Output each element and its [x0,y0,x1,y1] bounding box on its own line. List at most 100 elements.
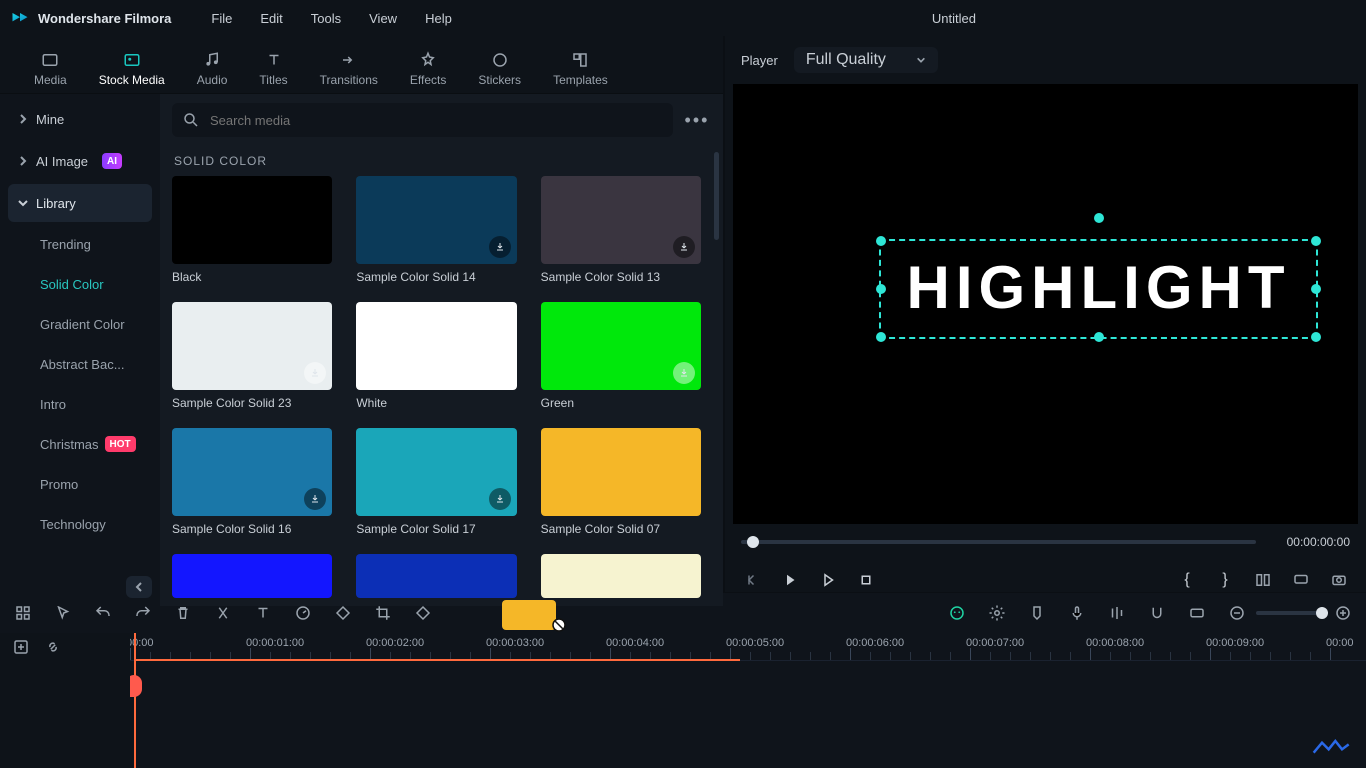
library-scrollbar[interactable] [714,152,719,240]
add-track-icon[interactable] [12,638,30,656]
marker-icon[interactable] [1028,604,1046,622]
handle-mid-right[interactable] [1311,284,1321,294]
handle-bottom-mid[interactable] [1094,332,1104,342]
undo-icon[interactable] [94,604,112,622]
sidebar-sub-abstract[interactable]: Abstract Bac... [8,346,152,382]
sidebar-sub-intro[interactable]: Intro [8,386,152,422]
handle-bottom-right[interactable] [1311,332,1321,342]
speed-icon[interactable] [294,604,312,622]
next-frame-button[interactable] [817,569,839,591]
menu-view[interactable]: View [369,11,397,26]
menu-help[interactable]: Help [425,11,452,26]
menu-file[interactable]: File [211,11,232,26]
mic-icon[interactable] [1068,604,1086,622]
swatch-card[interactable]: Sample Color Solid 17 [356,428,516,536]
sidebar-sub-trending[interactable]: Trending [8,226,152,262]
swatch-thumb[interactable] [541,554,701,598]
timeline-tracks[interactable]: 00:0000:00:01:0000:00:02:0000:00:03:0000… [130,633,1366,768]
link-icon[interactable] [44,638,62,656]
swatch-thumb[interactable] [356,302,516,390]
redo-icon[interactable] [134,604,152,622]
handle-top-left[interactable] [876,236,886,246]
sidebar-item-library[interactable]: Library [8,184,152,222]
keyframe-icon[interactable] [414,604,432,622]
timeline-marker[interactable] [130,675,142,697]
selection-box[interactable]: HIGHLIGHT [879,239,1318,339]
download-icon[interactable] [489,236,511,258]
swatch-card[interactable]: Sample Color Solid 14 [356,176,516,284]
swatch-thumb[interactable] [541,176,701,264]
search-input-wrap[interactable] [172,103,673,137]
download-icon[interactable] [489,488,511,510]
download-icon[interactable] [673,236,695,258]
delete-icon[interactable] [174,604,192,622]
scrub-track[interactable] [741,540,1256,544]
swatch-card[interactable] [356,554,516,598]
swatch-card[interactable]: Sample Color Solid 13 [541,176,701,284]
grid-icon[interactable] [14,604,32,622]
tab-effects[interactable]: Effects [410,51,446,93]
more-menu[interactable]: ••• [683,110,711,131]
tab-stock-media[interactable]: Stock Media [99,51,165,93]
split-icon[interactable] [214,604,232,622]
swatch-thumb[interactable] [172,554,332,598]
swatch-thumb[interactable] [356,554,516,598]
sidebar-sub-solid-color[interactable]: Solid Color [8,266,152,302]
swatch-thumb[interactable] [172,428,332,516]
zoom-out-icon[interactable] [1228,604,1246,622]
swatch-thumb[interactable] [172,302,332,390]
swatch-card[interactable]: Black [172,176,332,284]
timeline-ruler[interactable]: 00:0000:00:01:0000:00:02:0000:00:03:0000… [130,633,1366,661]
playhead[interactable] [134,633,136,768]
sidebar-sub-promo[interactable]: Promo [8,466,152,502]
tab-titles[interactable]: Titles [259,51,287,93]
swatch-thumb[interactable] [172,176,332,264]
preview-viewport[interactable]: HIGHLIGHT [733,84,1358,524]
swatch-card[interactable]: White [356,302,516,410]
snapshot-icon[interactable] [1328,569,1350,591]
swatch-card[interactable]: Green [541,302,701,410]
quality-select[interactable]: Full Quality [794,47,938,73]
text-icon[interactable] [254,604,272,622]
caption-icon[interactable] [1188,604,1206,622]
scrub-knob[interactable] [747,536,759,548]
compare-icon[interactable] [1252,569,1274,591]
swatch-thumb[interactable] [356,428,516,516]
brace-open-icon[interactable]: { [1176,569,1198,591]
magnet-icon[interactable] [1148,604,1166,622]
zoom-knob[interactable] [1316,607,1328,619]
sidebar-sub-gradient[interactable]: Gradient Color [8,306,152,342]
stop-button[interactable] [855,569,877,591]
swatch-card[interactable]: Sample Color Solid 23 [172,302,332,410]
handle-bottom-left[interactable] [876,332,886,342]
zoom-in-icon[interactable] [1334,604,1352,622]
color-tag-icon[interactable] [334,604,352,622]
sidebar-sub-technology[interactable]: Technology [8,506,152,542]
sidebar-item-ai-image[interactable]: AI Image AI [8,142,152,180]
handle-mid-left[interactable] [876,284,886,294]
sidebar-item-mine[interactable]: Mine [8,100,152,138]
swatch-thumb[interactable] [541,428,701,516]
gear-icon[interactable] [988,604,1006,622]
display-icon[interactable] [1290,569,1312,591]
swatch-card[interactable] [541,554,701,598]
search-input[interactable] [210,113,663,128]
sidebar-sub-christmas[interactable]: ChristmasHOT [8,426,152,462]
play-button[interactable] [779,569,801,591]
ai-tools-icon[interactable] [948,604,966,622]
drag-clip-preview[interactable] [502,600,556,630]
handle-top-mid[interactable] [1094,213,1104,223]
menu-tools[interactable]: Tools [311,11,341,26]
zoom-track[interactable] [1256,611,1324,615]
swatch-card[interactable]: Sample Color Solid 07 [541,428,701,536]
sidebar-collapse-button[interactable] [126,576,152,598]
swatch-card[interactable] [172,554,332,598]
handle-top-right[interactable] [1311,236,1321,246]
download-icon[interactable] [304,362,326,384]
tab-templates[interactable]: Templates [553,51,608,93]
swatch-card[interactable]: Sample Color Solid 16 [172,428,332,536]
tab-media[interactable]: Media [34,51,67,93]
tab-audio[interactable]: Audio [197,51,228,93]
swatch-thumb[interactable] [541,302,701,390]
prev-frame-button[interactable] [741,569,763,591]
